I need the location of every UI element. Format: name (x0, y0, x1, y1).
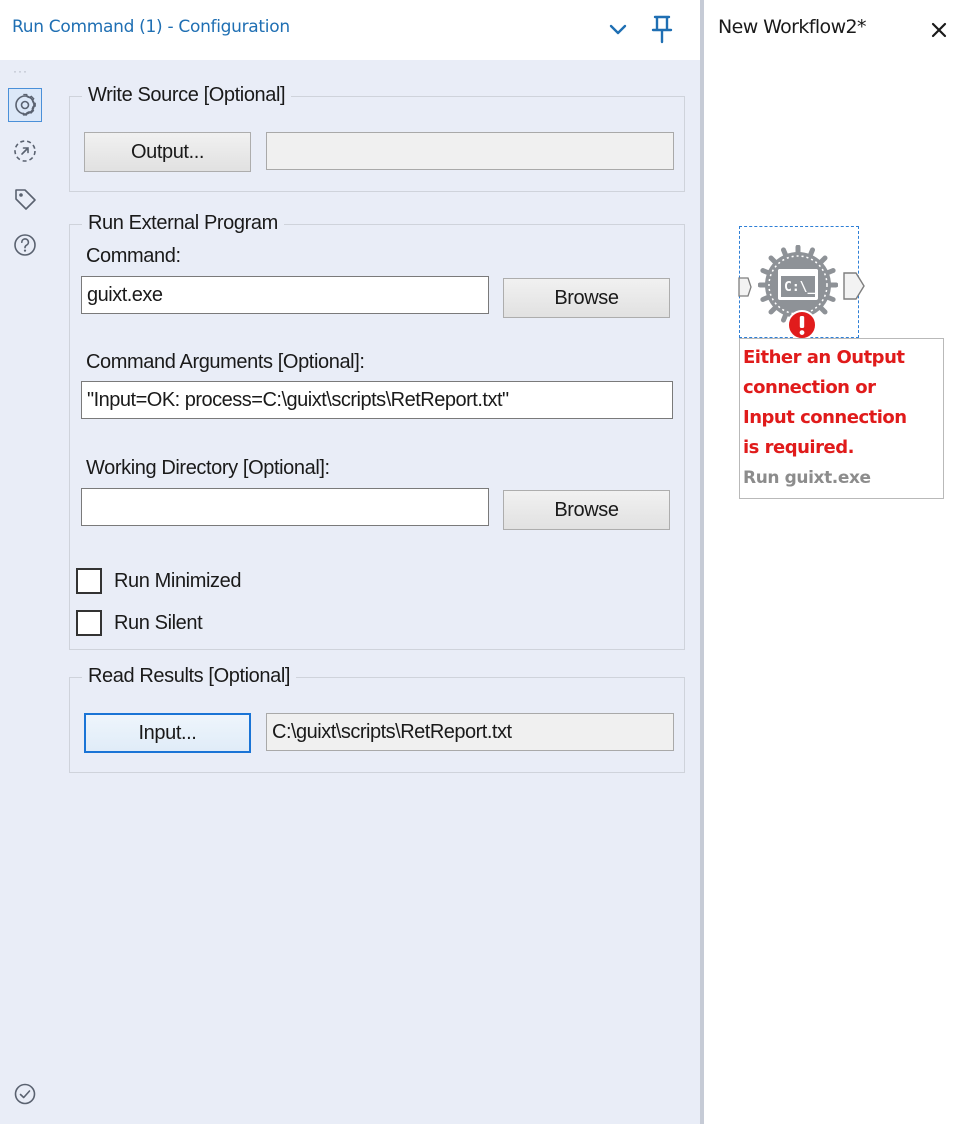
close-icon[interactable] (928, 19, 950, 41)
run-minimized-label: Run Minimized (114, 569, 242, 592)
run-external-program-group: Run External Program Command: Browse Com… (69, 212, 685, 650)
workflow-tab-title[interactable]: New Workflow2* (718, 16, 867, 38)
error-message-line: Either an Output (743, 347, 905, 368)
run-command-tool-node[interactable]: C:\_ (738, 226, 865, 340)
output-path-field[interactable] (266, 132, 674, 170)
run-minimized-box[interactable] (76, 568, 102, 594)
run-silent-label: Run Silent (114, 611, 203, 634)
status-check-button[interactable] (8, 1077, 42, 1111)
tool-icon-text: C:\_ (784, 280, 815, 295)
tool-annotation-text: Run guixt.exe (743, 468, 871, 488)
write-source-group: Write Source [Optional] Output... (69, 84, 685, 192)
configuration-panel: Run Command (1) - Configuration ··· Writ… (0, 0, 700, 1124)
panel-header: Run Command (1) - Configuration (0, 0, 700, 60)
panel-title: Run Command (1) - Configuration (12, 17, 290, 37)
error-message: Either an Output connection or Input con… (743, 343, 940, 463)
command-arguments-label: Command Arguments [Optional]: (86, 351, 365, 373)
ellipsis-icon[interactable]: ··· (13, 65, 28, 77)
gear-icon (15, 93, 36, 116)
annotation-tab-button[interactable] (8, 182, 42, 216)
help-tab-button[interactable] (8, 228, 42, 262)
output-button[interactable]: Output... (84, 132, 251, 172)
input-button[interactable]: Input... (84, 713, 251, 753)
connection-icon (14, 140, 36, 162)
command-field[interactable] (81, 276, 489, 314)
error-message-line: connection or (743, 377, 876, 398)
error-message-line: Input connection (743, 407, 907, 428)
input-path-field[interactable] (266, 713, 674, 751)
command-label: Command: (86, 245, 181, 267)
working-directory-browse-button[interactable]: Browse (503, 490, 670, 530)
chevron-down-icon[interactable] (604, 16, 632, 44)
working-directory-label: Working Directory [Optional]: (86, 457, 330, 479)
run-external-legend: Run External Program (82, 212, 284, 235)
help-icon (14, 234, 36, 256)
connections-tab-button[interactable] (8, 134, 42, 168)
error-badge-icon (787, 310, 817, 340)
check-circle-icon (14, 1083, 36, 1105)
error-message-line: is required. (743, 437, 854, 458)
tool-annotation: Either an Output connection or Input con… (739, 338, 944, 499)
read-results-legend: Read Results [Optional] (82, 665, 297, 688)
read-results-group: Read Results [Optional] Input... (69, 665, 685, 773)
tag-icon (15, 189, 36, 210)
command-arguments-field[interactable] (81, 381, 673, 419)
configuration-tab-button[interactable] (8, 88, 42, 122)
input-anchor-icon[interactable] (738, 276, 752, 298)
workflow-canvas[interactable]: New Workflow2* C:\_ Either an Output con… (704, 0, 956, 1124)
run-minimized-checkbox[interactable]: Run Minimized (76, 567, 241, 595)
working-directory-field[interactable] (81, 488, 489, 526)
run-silent-checkbox[interactable]: Run Silent (76, 609, 203, 637)
pin-icon[interactable] (648, 13, 676, 45)
write-source-legend: Write Source [Optional] (82, 84, 292, 107)
output-anchor-icon[interactable] (842, 271, 866, 301)
run-silent-box[interactable] (76, 610, 102, 636)
side-toolbar: ··· (0, 60, 52, 1124)
command-browse-button[interactable]: Browse (503, 278, 670, 318)
